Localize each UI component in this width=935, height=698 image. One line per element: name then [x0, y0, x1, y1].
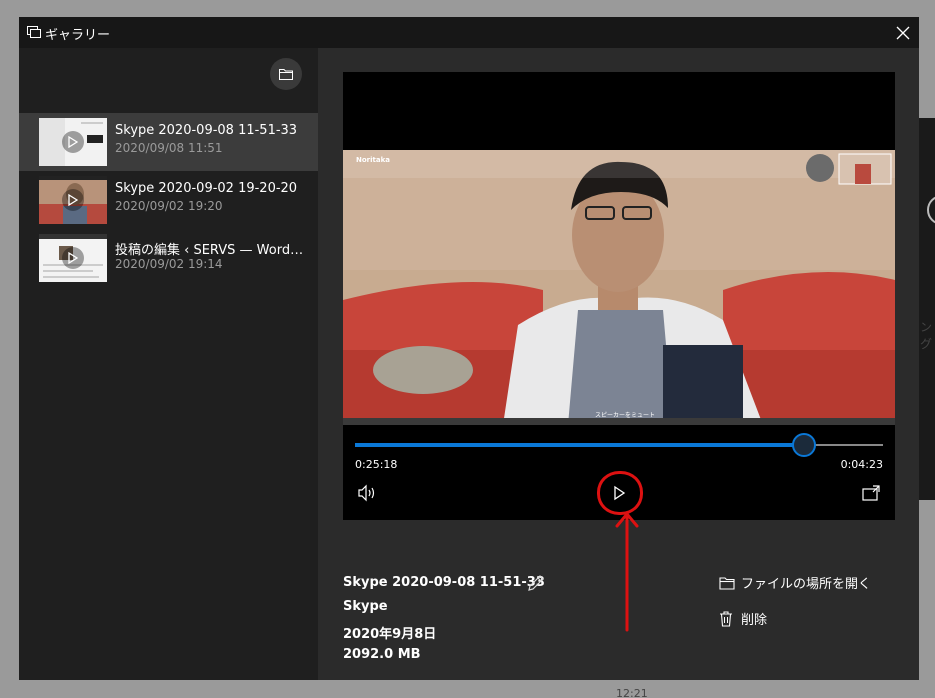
annotation-arrow: [615, 512, 639, 632]
open-file-location-label: ファイルの場所を開く: [741, 577, 872, 592]
volume-button[interactable]: [357, 484, 379, 502]
close-icon: [896, 26, 910, 40]
taskbar-clock: 12:21: [616, 687, 648, 698]
background-text: ング: [920, 320, 933, 351]
gallery-item[interactable]: Skype 2020-09-02 19-20-20 2020/09/02 19:…: [19, 171, 318, 229]
gallery-window: ギャラリー Skype 2020-09-08 11-51-33 2020/09/…: [19, 17, 919, 680]
time-current: 0:25:18: [355, 458, 398, 471]
open-file-location-button[interactable]: ファイルの場所を開く: [719, 573, 871, 592]
gallery-item-date: 2020/09/02 19:20: [115, 199, 223, 213]
video-title: Skype 2020-09-08 11-51-33: [343, 575, 545, 590]
gallery-item[interactable]: Skype 2020-09-08 11-51-33 2020/09/08 11:…: [19, 113, 318, 171]
expand-icon: [862, 485, 880, 501]
video-app: Skype: [343, 599, 388, 614]
video-still: [343, 150, 895, 425]
video-thumbnail: [39, 176, 107, 224]
gallery-item-date: 2020/09/02 19:14: [115, 257, 223, 271]
delete-button[interactable]: 削除: [719, 609, 767, 628]
video-date: 2020年9月8日: [343, 627, 437, 642]
title-bar: ギャラリー: [19, 17, 919, 48]
folder-icon: [719, 576, 735, 590]
call-caption: スピーカーをミュート: [595, 412, 656, 419]
open-folder-button[interactable]: [270, 58, 302, 90]
close-button[interactable]: [889, 20, 917, 46]
gallery-icon: [27, 26, 41, 38]
video-frame: Noritaka スピーカーをミュート: [343, 150, 895, 425]
gallery-item-title: 投稿の編集 ‹ SERVS — WordPress: [115, 243, 305, 258]
gallery-sidebar: Skype 2020-09-08 11-51-33 2020/09/08 11:…: [19, 48, 318, 680]
play-overlay-icon: [62, 247, 84, 269]
video-size: 2092.0 MB: [343, 647, 421, 662]
play-overlay-icon: [62, 189, 84, 211]
video-thumbnail: [39, 234, 107, 282]
gallery-item-title: Skype 2020-09-08 11-51-33: [115, 123, 298, 138]
call-name-label: Noritaka: [356, 156, 390, 164]
main-panel: Noritaka スピーカーをミュート 0:25:18 0:04:23 Skyp…: [318, 48, 919, 680]
progress-bar-played[interactable]: [355, 443, 804, 447]
mini-view-button[interactable]: [861, 484, 881, 502]
progress-thumb[interactable]: [792, 433, 816, 457]
gallery-item-date: 2020/09/08 11:51: [115, 141, 223, 155]
play-overlay-icon: [62, 131, 84, 153]
window-title: ギャラリー: [45, 28, 111, 43]
folder-icon: [279, 69, 293, 80]
background-window-edge: [919, 118, 935, 500]
volume-icon: [358, 484, 375, 502]
gallery-item[interactable]: 投稿の編集 ‹ SERVS — WordPress 2020/09/02 19:…: [19, 229, 318, 287]
trash-icon: [720, 610, 732, 627]
rename-button[interactable]: [526, 573, 546, 593]
gallery-item-title: Skype 2020-09-02 19-20-20: [115, 181, 298, 196]
annotation-circle: [597, 471, 643, 515]
delete-label: 削除: [741, 613, 768, 628]
video-player[interactable]: Noritaka スピーカーをミュート 0:25:18 0:04:23: [343, 72, 895, 632]
time-remaining: 0:04:23: [840, 458, 883, 471]
video-thumbnail: [39, 118, 107, 166]
pencil-icon: [528, 575, 544, 591]
